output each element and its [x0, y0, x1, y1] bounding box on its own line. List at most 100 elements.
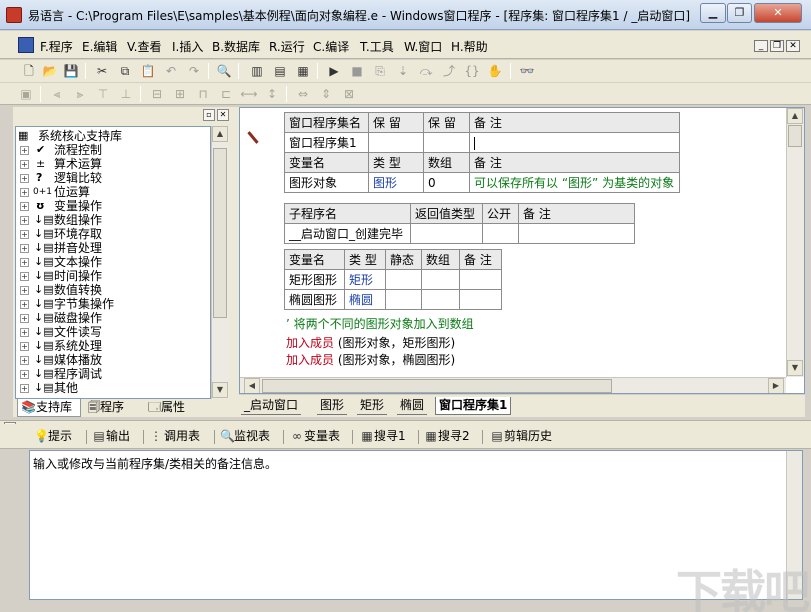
menu-insert[interactable]: I.插入 [172, 38, 203, 55]
h-space-icon[interactable]: ⟷ [240, 85, 258, 103]
scroll-down-button[interactable]: ▼ [212, 382, 228, 398]
save-icon[interactable]: 💾 [62, 62, 80, 80]
panel-splitter[interactable] [231, 107, 239, 417]
menu-tools[interactable]: T.工具 [360, 38, 394, 55]
step-over-icon[interactable]: ⤼ [417, 62, 435, 80]
stop-icon[interactable]: ■ [348, 62, 366, 80]
tab-watch[interactable]: 🔍监视表 [220, 427, 270, 447]
menu-program[interactable]: F.程序 [40, 38, 73, 55]
menu-edit[interactable]: E.编辑 [82, 38, 117, 55]
code-line[interactable]: 加入成员 (图形对象，矩形图形) [286, 334, 455, 351]
table-cell[interactable] [421, 269, 460, 290]
table-cell[interactable] [423, 132, 470, 153]
tree-scrollbar[interactable]: ▲ ▼ [211, 126, 229, 399]
minimize-button[interactable]: ▁ [700, 3, 726, 23]
table-cell[interactable] [482, 223, 519, 244]
variable-name-cell[interactable]: 矩形图形 [284, 269, 345, 290]
expand-icon[interactable]: + [20, 174, 29, 183]
code-line[interactable]: 加入成员 (图形对象，椭圆图形) [286, 351, 455, 368]
center-form-h-icon[interactable]: ⇔ [294, 85, 312, 103]
table-cell[interactable] [421, 289, 460, 310]
remark-cell[interactable] [469, 132, 680, 153]
same-height-icon[interactable]: ⊏ [217, 85, 235, 103]
expand-icon[interactable]: + [20, 342, 29, 351]
expand-icon[interactable]: + [20, 230, 29, 239]
cut-icon[interactable]: ✂ [93, 62, 111, 80]
scroll-thumb[interactable] [788, 125, 802, 147]
redo-icon[interactable]: ↷ [185, 62, 203, 80]
mdi-restore-button[interactable]: ❐ [770, 40, 784, 52]
tab-hint[interactable]: 💡提示 [34, 427, 72, 447]
tab-call-stack[interactable]: ⋮⋮调用表 [150, 427, 200, 447]
expand-icon[interactable]: + [20, 370, 29, 379]
editor-horizontal-scrollbar[interactable]: ◀ ▶ [240, 377, 786, 393]
expand-icon[interactable]: + [20, 356, 29, 365]
scroll-thumb[interactable] [262, 379, 612, 393]
align-top-icon[interactable]: ⊤ [94, 85, 112, 103]
table-cell[interactable] [459, 289, 502, 310]
mdi-close-button[interactable]: ✕ [786, 40, 800, 52]
find-icon[interactable]: 🔍 [215, 62, 233, 80]
align-right-icon[interactable]: ⫸ [71, 85, 89, 103]
array-cell[interactable]: 0 [423, 172, 470, 193]
panel-pin-button[interactable]: ▫ [203, 109, 215, 121]
expand-icon[interactable]: + [20, 300, 29, 309]
close-button[interactable]: ✕ [754, 3, 802, 23]
table-cell[interactable] [385, 269, 422, 290]
undo-icon[interactable]: ↶ [162, 62, 180, 80]
paste-icon[interactable]: 📋 [139, 62, 157, 80]
table-cell[interactable] [385, 289, 422, 310]
tab-ellipse[interactable]: 椭圆 [397, 397, 428, 415]
expand-icon[interactable]: + [20, 314, 29, 323]
assembly-name-cell[interactable]: 窗口程序集1 [284, 132, 369, 153]
expand-icon[interactable]: + [20, 244, 29, 253]
same-width-icon[interactable]: ⊓ [194, 85, 212, 103]
step-into-icon[interactable]: ⇣ [394, 62, 412, 80]
tab-program[interactable]: 🗐程序 [85, 399, 141, 417]
code-editor[interactable]: 窗口程序集名 保 留 保 留 备 注 窗口程序集1 变量名 类 型 数组 备 注… [239, 107, 805, 394]
tab-rectangle[interactable]: 矩形 [357, 397, 388, 415]
step-out-icon[interactable]: ⤴ [440, 62, 458, 80]
scroll-right-button[interactable]: ▶ [768, 378, 784, 393]
variable-type-cell[interactable]: 矩形 [344, 269, 386, 290]
menu-run[interactable]: R.运行 [269, 38, 305, 55]
table-cell[interactable] [368, 132, 424, 153]
grid-toggle-icon[interactable]: ⊠ [340, 85, 358, 103]
expand-icon[interactable]: + [20, 286, 29, 295]
align-left-icon[interactable]: ⫷ [48, 85, 66, 103]
variable-remark-cell[interactable]: 可以保存所有以 “图形” 为基类的对象 [469, 172, 680, 193]
tab-support-library[interactable]: 📚支持库 [17, 399, 81, 417]
center-h-icon[interactable]: ⊟ [148, 85, 166, 103]
table-cell[interactable] [410, 223, 483, 244]
editor-vertical-scrollbar[interactable]: ▲ ▼ [786, 108, 804, 377]
panel-close-button[interactable]: ✕ [217, 109, 229, 121]
layout3-icon[interactable]: ▦ [294, 62, 312, 80]
menu-help[interactable]: H.帮助 [451, 38, 488, 55]
run-to-cursor-icon[interactable]: {} [463, 62, 481, 80]
tab-shape[interactable]: 图形 [317, 397, 348, 415]
tab-search1[interactable]: ▦搜寻1 [360, 427, 405, 447]
variable-name-cell[interactable]: 图形对象 [284, 172, 369, 193]
expand-icon[interactable]: + [20, 258, 29, 267]
expand-icon[interactable]: + [20, 328, 29, 337]
expand-icon[interactable]: + [20, 160, 29, 169]
table-cell[interactable] [518, 223, 635, 244]
mdi-minimize-button[interactable]: _ [754, 40, 768, 52]
expand-icon[interactable]: + [20, 272, 29, 281]
code-comment-line[interactable]: ’ 将两个不同的图形对象加入到数组 [286, 315, 474, 332]
expand-icon[interactable]: + [20, 188, 29, 197]
tab-startup-window[interactable]: _启动窗口 [241, 397, 302, 415]
binoculars-icon[interactable]: 👓 [518, 62, 536, 80]
tab-output[interactable]: ▤输出 [92, 427, 130, 447]
tab-search2[interactable]: ▦搜寻2 [424, 427, 469, 447]
variable-type-cell[interactable]: 图形 [368, 172, 424, 193]
tab-variables[interactable]: ∞ 变量表 [290, 427, 340, 447]
scroll-up-button[interactable]: ▲ [787, 108, 803, 124]
expand-icon[interactable]: + [20, 146, 29, 155]
scroll-left-button[interactable]: ◀ [244, 378, 260, 393]
center-v-icon[interactable]: ⊞ [171, 85, 189, 103]
align-bottom-icon[interactable]: ⊥ [117, 85, 135, 103]
new-file-icon[interactable]: 🗋 [20, 62, 38, 80]
scroll-up-button[interactable]: ▲ [212, 126, 228, 142]
table-cell[interactable] [459, 269, 502, 290]
